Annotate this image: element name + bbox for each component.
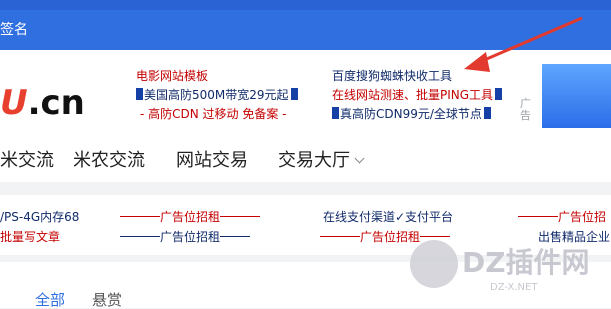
ad-tag: 广告 (520, 97, 531, 122)
nav-item-minong[interactable]: 米农交流 (73, 150, 145, 172)
banner-image[interactable] (542, 64, 611, 128)
header-ad-box: 电影网站模板 美国高防500M带宽29元起 - 高防CDN 过移动 免备案 - … (122, 64, 542, 128)
header-ad-link[interactable]: 百度搜狗蜘蛛快收工具 (332, 68, 452, 84)
logo-mark: U (0, 83, 28, 123)
header-ad-link[interactable]: 真高防CDN99元/全球节点 (332, 106, 492, 122)
ad-marker-icon (332, 107, 339, 119)
ad-marker-icon (290, 88, 298, 100)
ad-link[interactable]: 批量写文章 (0, 229, 60, 245)
ad-link[interactable]: /PS-4G内存68 (0, 209, 79, 225)
ad-link[interactable]: 广告位招租 (120, 229, 251, 245)
ad-link[interactable]: 广告位招租 (120, 209, 261, 225)
tab-bounty[interactable]: 悬赏 (92, 292, 122, 308)
ad-marker-icon (483, 107, 491, 119)
site-logo[interactable]: U.cn (0, 83, 85, 123)
watermark-logo-icon (410, 240, 458, 288)
nav-item-site-trade[interactable]: 网站交易 (176, 150, 248, 172)
ad-link[interactable]: 广告位招 (518, 209, 606, 225)
header-ad-link[interactable]: 美国高防500M带宽29元起 (136, 87, 299, 103)
header-ad-link[interactable]: 在线网站测速、批量PING工具 (332, 87, 503, 103)
watermark-subtext: DZ-X.NET (490, 282, 538, 293)
top-bar (0, 0, 611, 10)
header-ad-link[interactable]: - 高防CDN 过移动 免备案 - (140, 106, 287, 122)
watermark: DZ插件网 DZ-X.NET (410, 238, 611, 298)
nav-item-exchange[interactable]: 米交流 (0, 150, 54, 172)
nav-item-trade-hall[interactable]: 交易大厅 (278, 150, 365, 172)
watermark-text: DZ插件网 (462, 246, 590, 279)
tab-bar: 签名 (0, 10, 611, 50)
ad-marker-icon (136, 88, 143, 100)
tab-partial[interactable]: 签名 (0, 22, 28, 38)
main-nav: 米交流 米农交流 网站交易 交易大厅 (0, 130, 611, 182)
header-ad-link[interactable]: 电影网站模板 (136, 68, 208, 84)
ad-marker-icon (495, 88, 503, 100)
chevron-down-icon (354, 153, 365, 164)
logo-text: .cn (27, 83, 85, 123)
tab-all[interactable]: 全部 (35, 292, 65, 308)
ad-link[interactable]: 在线支付渠道✓支付平台 (323, 209, 453, 225)
